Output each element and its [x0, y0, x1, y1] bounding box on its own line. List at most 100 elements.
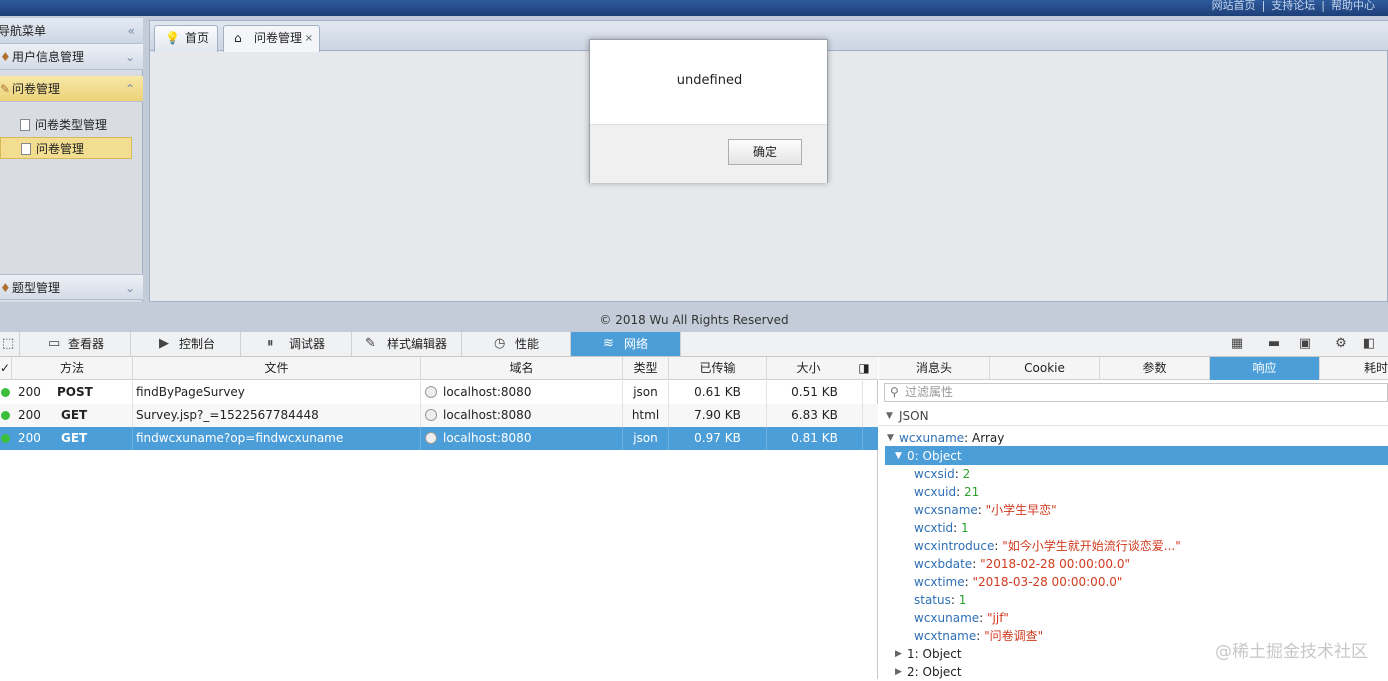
- domain-text: localhost:8080: [443, 431, 532, 445]
- json-field-row[interactable]: wcxuname: "jjf": [914, 609, 1009, 627]
- col-status[interactable]: ✓: [0, 357, 12, 380]
- tool-debugger[interactable]: ⏸ 调试器: [241, 332, 352, 356]
- filter-properties-input[interactable]: ⚲ 过滤属性: [884, 383, 1388, 402]
- sidebar-group-survey[interactable]: ✎ 问卷管理 ⌃: [0, 76, 143, 102]
- group-label: 用户信息管理: [12, 50, 85, 64]
- frame-select-icon[interactable]: ▦: [1229, 336, 1245, 352]
- json-item-2[interactable]: 2: Object: [907, 663, 962, 681]
- json-key: wcxtid: [914, 521, 954, 535]
- json-field-row[interactable]: wcxintroduce: "如今小学生就开始流行谈恋爱...": [914, 537, 1181, 555]
- json-field-row[interactable]: wcxsid: 2: [914, 465, 970, 483]
- tab-timings[interactable]: 耗时: [1320, 357, 1388, 380]
- question-icon: ♦: [0, 281, 11, 295]
- globe-icon: [425, 432, 437, 444]
- globe-icon: [425, 386, 437, 398]
- json-key: wcxuid: [914, 485, 957, 499]
- tool-label: 控制台: [179, 337, 216, 351]
- toggle-panel-icon[interactable]: ◨: [850, 357, 878, 380]
- pick-element-button[interactable]: ⬚: [0, 332, 20, 356]
- json-value: "问卷调查": [984, 629, 1044, 643]
- triangle-right-icon[interactable]: ▶: [895, 667, 902, 677]
- link-help[interactable]: 帮助中心: [1331, 0, 1375, 12]
- group-label: 题型管理: [12, 281, 61, 295]
- json-field-row[interactable]: wcxbdate: "2018-02-28 00:00:00.0": [914, 555, 1130, 573]
- tool-style-editor[interactable]: ✎ 样式编辑器: [352, 332, 462, 356]
- json-value: "jjf": [987, 611, 1009, 625]
- link-home[interactable]: 网站首页: [1212, 0, 1256, 12]
- json-field-row[interactable]: wcxtid: 1: [914, 519, 969, 537]
- json-item-1[interactable]: 1: Object: [907, 645, 962, 663]
- json-root[interactable]: wcxuname: Array: [899, 429, 1004, 447]
- table-row[interactable]: 200 POST findByPageSurvey localhost:8080…: [0, 381, 878, 404]
- split-console-icon[interactable]: ▬: [1266, 336, 1282, 352]
- close-icon[interactable]: ×: [305, 26, 313, 51]
- tool-performance[interactable]: ◷ 性能: [462, 332, 571, 356]
- json-field-row[interactable]: wcxtime: "2018-03-28 00:00:00.0": [914, 573, 1122, 591]
- tool-label: 网络: [624, 337, 649, 351]
- table-row[interactable]: 200 GET Survey.jsp?_=1522567784448 local…: [0, 404, 878, 427]
- chevron-down-icon[interactable]: ⌄: [125, 44, 135, 70]
- json-field-row[interactable]: wcxuid: 21: [914, 483, 979, 501]
- triangle-right-icon[interactable]: ▶: [895, 649, 902, 659]
- responsive-icon[interactable]: ▣: [1297, 336, 1313, 352]
- sidebar-group-question-type[interactable]: ♦题型管理 ⌄: [0, 274, 143, 300]
- tool-network[interactable]: ≋ 网络: [571, 332, 681, 356]
- json-field-row[interactable]: status: 1: [914, 591, 966, 609]
- dialog-message: undefined: [676, 73, 743, 88]
- json-value: 1: [961, 521, 969, 535]
- tool-inspector[interactable]: ▭ 查看器: [20, 332, 131, 356]
- chevron-down-icon[interactable]: ⌄: [125, 275, 135, 301]
- tab-cookie[interactable]: Cookie: [990, 357, 1100, 380]
- json-key: wcxbdate: [914, 557, 973, 571]
- settings-gear-icon[interactable]: ⚙: [1333, 336, 1349, 352]
- col-file[interactable]: 文件: [133, 357, 421, 380]
- col-method[interactable]: 方法: [12, 357, 133, 380]
- sidebar-group-user[interactable]: ♦用户信息管理 ⌄: [0, 44, 143, 70]
- tab-params[interactable]: 参数: [1100, 357, 1210, 380]
- tool-label: 性能: [515, 337, 540, 351]
- cell-transferred: 7.90 KB: [669, 404, 767, 427]
- cell-size: 6.83 KB: [767, 404, 863, 427]
- sidebar-item-survey-type[interactable]: 问卷类型管理: [17, 114, 107, 136]
- sidebar-item-survey[interactable]: 问卷管理: [0, 137, 132, 159]
- network-table-header: ✓ 方法 文件 域名 类型 已传输 大小 ◨: [0, 357, 878, 380]
- cell-type: json: [623, 381, 669, 404]
- triangle-down-icon[interactable]: ▼: [887, 433, 894, 443]
- col-size[interactable]: 大小: [767, 357, 850, 380]
- dock-side-icon[interactable]: ◧: [1361, 336, 1377, 352]
- json-section-header[interactable]: ▼ JSON: [879, 406, 1388, 426]
- json-value: "小学生早恋": [985, 503, 1057, 517]
- triangle-down-icon[interactable]: ▼: [895, 451, 902, 461]
- tool-console[interactable]: ▶ 控制台: [131, 332, 241, 356]
- tab-headers[interactable]: 消息头: [879, 357, 990, 380]
- json-item-0[interactable]: 0: Object: [907, 447, 962, 465]
- tab-label: 首页: [185, 31, 210, 45]
- cell-domain: localhost:8080: [421, 427, 623, 450]
- ok-button[interactable]: 确定: [728, 139, 802, 165]
- chevron-up-icon[interactable]: ⌃: [125, 76, 135, 102]
- sidebar-title: 导航菜单 «: [0, 18, 143, 44]
- tab-response[interactable]: 响应: [1210, 357, 1320, 380]
- tab-label: 问卷管理: [254, 31, 303, 45]
- document-icon: [20, 119, 30, 131]
- domain-text: localhost:8080: [443, 408, 532, 422]
- tab-home[interactable]: 💡 首页: [154, 25, 218, 52]
- json-type: Object: [922, 665, 962, 679]
- table-row-selected[interactable]: 200 GET findwcxuname?op=findwcxuname loc…: [0, 427, 878, 450]
- col-type[interactable]: 类型: [623, 357, 669, 380]
- json-value: "2018-02-28 00:00:00.0": [980, 557, 1130, 571]
- json-field-row[interactable]: wcxsname: "小学生早恋": [914, 501, 1057, 519]
- col-domain[interactable]: 域名: [421, 357, 623, 380]
- triangle-down-icon: ▼: [886, 411, 893, 421]
- collapse-icon[interactable]: «: [128, 18, 135, 44]
- tool-icon: ✎: [0, 82, 11, 96]
- col-transferred[interactable]: 已传输: [669, 357, 767, 380]
- cell-method: GET: [57, 427, 133, 450]
- top-banner: [0, 0, 1388, 16]
- json-key: wcxuname: [914, 611, 980, 625]
- json-field-row[interactable]: wcxtname: "问卷调查": [914, 627, 1043, 645]
- link-forum[interactable]: 支持论坛: [1271, 0, 1315, 12]
- tab-survey-manage[interactable]: ⌂ 问卷管理 ×: [223, 25, 320, 52]
- json-key: wcxtname: [914, 629, 977, 643]
- document-icon: [21, 143, 31, 155]
